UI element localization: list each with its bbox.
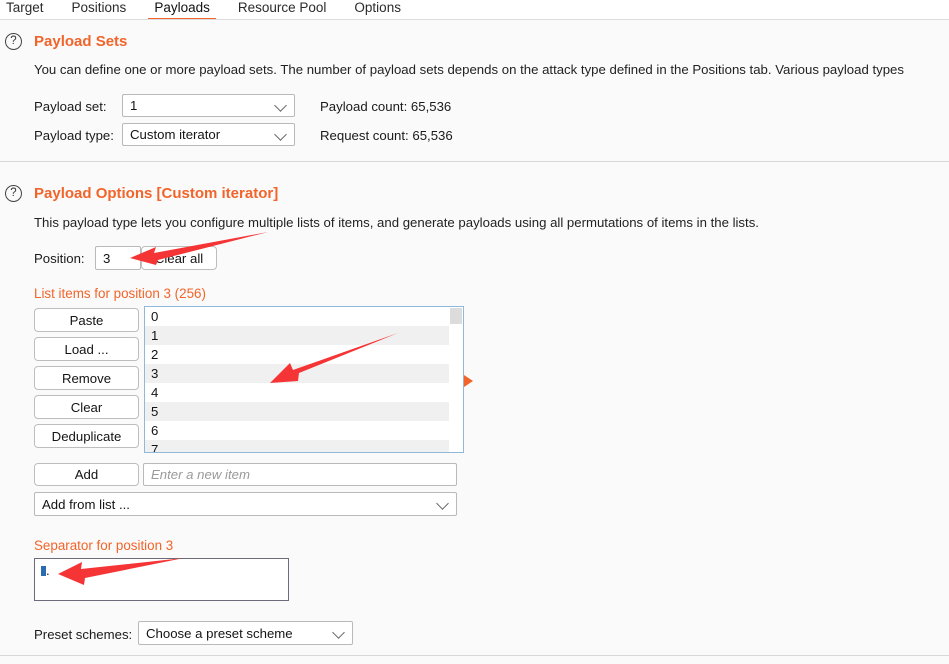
chevron-down-icon bbox=[436, 497, 449, 510]
question-mark-icon[interactable]: ? bbox=[5, 185, 22, 202]
payload-set-select[interactable]: 1 bbox=[122, 94, 295, 117]
separator-heading: Separator for position 3 bbox=[34, 538, 174, 553]
remove-button[interactable]: Remove bbox=[34, 366, 139, 390]
tab-label: Options bbox=[354, 0, 401, 15]
add-from-list-select[interactable]: Add from list ... bbox=[34, 492, 457, 516]
list-scrollbar-thumb[interactable] bbox=[450, 308, 462, 324]
deduplicate-button[interactable]: Deduplicate bbox=[34, 424, 139, 448]
intruder-payloads-panel: Target Positions Payloads Resource Pool … bbox=[0, 0, 949, 664]
tab-payloads[interactable]: Payloads bbox=[140, 0, 224, 20]
payload-options-description: This payload type lets you configure mul… bbox=[34, 215, 759, 230]
tab-label: Target bbox=[6, 0, 44, 15]
payload-set-value: 1 bbox=[130, 98, 138, 113]
tab-label: Resource Pool bbox=[237, 0, 327, 15]
list-item[interactable]: 3 bbox=[145, 364, 463, 383]
add-from-list-value: Add from list ... bbox=[42, 496, 130, 512]
position-label: Position: bbox=[34, 251, 85, 266]
deduplicate-label: Deduplicate bbox=[51, 428, 122, 444]
payload-set-label: Payload set: bbox=[34, 99, 107, 114]
new-item-placeholder: Enter a new item bbox=[151, 467, 250, 482]
list-item[interactable]: 7 bbox=[145, 440, 463, 452]
request-count-label: Request count: 65,536 bbox=[320, 128, 453, 143]
tab-resource-pool[interactable]: Resource Pool bbox=[224, 0, 341, 20]
new-item-input[interactable]: Enter a new item bbox=[143, 463, 457, 486]
position-marker-icon bbox=[464, 375, 473, 387]
chevron-down-icon bbox=[332, 626, 345, 639]
payload-sets-title: Payload Sets bbox=[34, 33, 128, 50]
list-item[interactable]: 1 bbox=[145, 326, 463, 345]
bottom-divider bbox=[0, 655, 949, 656]
load-button[interactable]: Load ... bbox=[34, 337, 139, 361]
payload-type-select[interactable]: Custom iterator bbox=[122, 123, 295, 146]
question-mark-icon[interactable]: ? bbox=[5, 33, 22, 50]
tab-bar-underline bbox=[0, 19, 949, 20]
list-item[interactable]: 2 bbox=[145, 345, 463, 364]
list-item[interactable]: 6 bbox=[145, 421, 463, 440]
add-button[interactable]: Add bbox=[34, 463, 139, 486]
load-label: Load ... bbox=[64, 341, 109, 357]
position-input[interactable]: 3 bbox=[95, 246, 141, 270]
chevron-down-icon bbox=[274, 98, 287, 112]
tab-positions[interactable]: Positions bbox=[58, 0, 141, 20]
preset-schemes-value: Choose a preset scheme bbox=[146, 625, 293, 641]
add-label: Add bbox=[74, 467, 99, 482]
paste-label: Paste bbox=[69, 312, 104, 328]
clear-button[interactable]: Clear bbox=[34, 395, 139, 419]
list-items-heading: List items for position 3 (256) bbox=[34, 286, 206, 301]
list-item[interactable]: 4 bbox=[145, 383, 463, 402]
position-value: 3 bbox=[103, 250, 111, 266]
payload-type-value: Custom iterator bbox=[130, 127, 221, 142]
tab-bar: Target Positions Payloads Resource Pool … bbox=[0, 0, 949, 20]
list-item[interactable]: 5 bbox=[145, 402, 463, 421]
separator-value: . bbox=[46, 563, 50, 578]
preset-schemes-select[interactable]: Choose a preset scheme bbox=[138, 621, 353, 645]
tab-options[interactable]: Options bbox=[340, 0, 415, 20]
paste-button[interactable]: Paste bbox=[34, 308, 139, 332]
list-items-box[interactable]: 0 1 2 3 4 5 6 7 bbox=[144, 306, 464, 453]
list-scrollbar[interactable] bbox=[449, 307, 463, 452]
section-divider bbox=[0, 161, 949, 162]
list-item[interactable]: 0 bbox=[145, 307, 463, 326]
tab-label: Positions bbox=[71, 0, 127, 15]
separator-textarea[interactable]: . bbox=[34, 558, 289, 601]
clear-all-label: Clear all bbox=[154, 250, 204, 266]
remove-label: Remove bbox=[61, 370, 112, 386]
tab-label: Payloads bbox=[154, 0, 210, 15]
clear-label: Clear bbox=[70, 399, 103, 415]
payload-type-label: Payload type: bbox=[34, 128, 114, 143]
payload-sets-description: You can define one or more payload sets.… bbox=[34, 62, 904, 77]
chevron-down-icon bbox=[274, 127, 287, 141]
payload-options-title: Payload Options [Custom iterator] bbox=[34, 185, 279, 202]
clear-all-button[interactable]: Clear all bbox=[141, 246, 217, 270]
tab-target[interactable]: Target bbox=[0, 0, 58, 20]
payload-count-label: Payload count: 65,536 bbox=[320, 99, 452, 114]
preset-schemes-label: Preset schemes: bbox=[34, 627, 133, 642]
